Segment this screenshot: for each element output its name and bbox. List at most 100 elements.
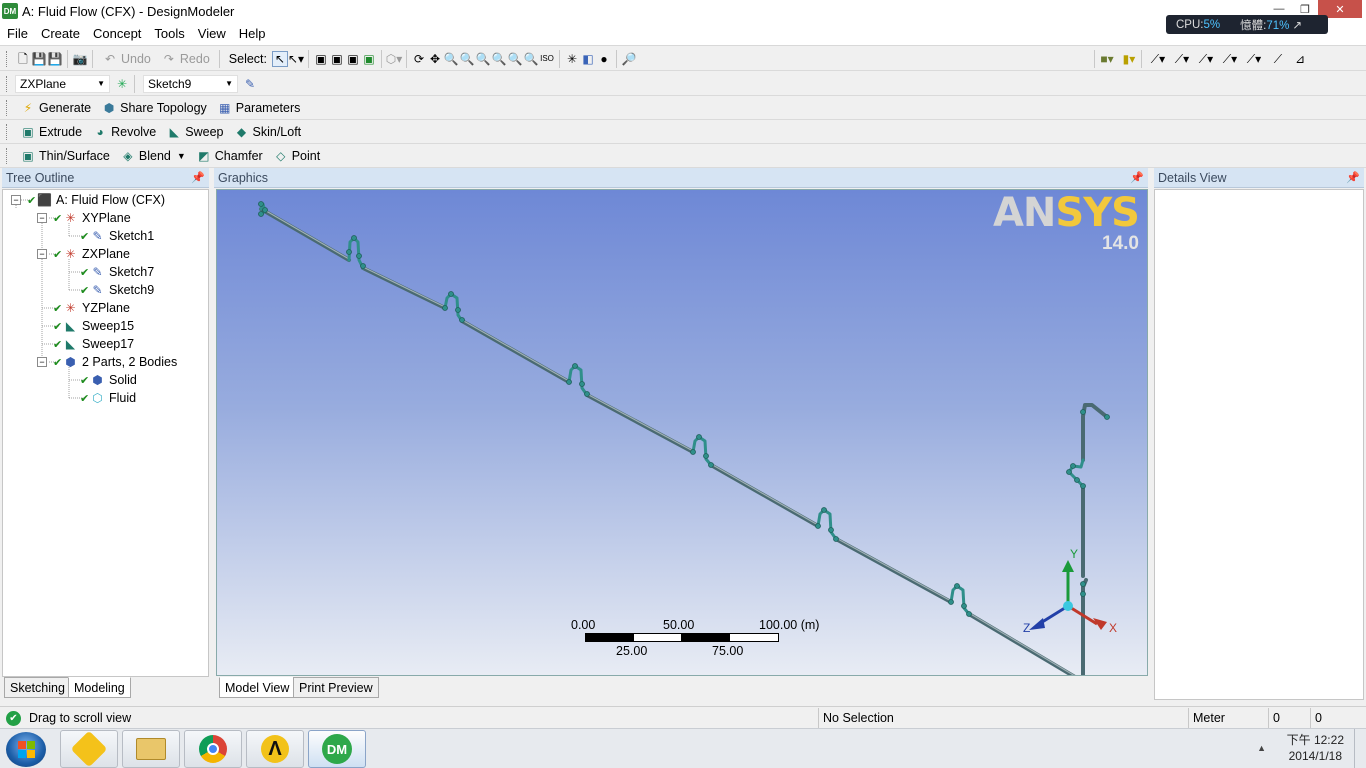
select-filter-dropdown-icon[interactable]: ↖▾ — [288, 51, 304, 67]
designmodeler-app-icon[interactable]: DM — [2, 3, 18, 19]
rotate-icon[interactable]: ⟳ — [411, 51, 427, 67]
select-faces-icon[interactable]: ▣ — [345, 51, 361, 67]
tab-modeling[interactable]: Modeling — [68, 677, 131, 698]
parameters-button[interactable]: ▦ Parameters — [212, 98, 306, 118]
pin-icon[interactable]: 📌 — [1346, 171, 1360, 184]
show-desktop-button[interactable] — [1354, 729, 1366, 768]
tree-node-root[interactable]: − ✔ ⬛ A: Fluid Flow (CFX) — [11, 191, 165, 209]
pin-icon[interactable]: 📌 — [1130, 171, 1144, 184]
revolve-button[interactable]: ◕ Revolve — [87, 122, 161, 142]
triad-axes-icon[interactable]: ✳ — [564, 51, 580, 67]
tab-sketching[interactable]: Sketching — [4, 677, 71, 698]
toolbar-grip[interactable] — [6, 123, 9, 140]
share-topology-button[interactable]: ⬢ Share Topology — [96, 98, 212, 118]
menu-concept[interactable]: Concept — [86, 26, 147, 41]
tree-node-parts[interactable]: − ✔ ⬢ 2 Parts, 2 Bodies — [37, 353, 177, 371]
thin-line-icon[interactable]: ⊿ — [1292, 51, 1308, 67]
undo-button[interactable]: ↶ Undo — [97, 49, 156, 69]
taskbar-explorer-icon[interactable] — [122, 730, 180, 768]
tree-node-sweep15[interactable]: ✔ ◣ Sweep15 — [53, 317, 134, 335]
edge-display-5-icon[interactable]: ⟋▾ — [1246, 51, 1262, 67]
edge-display-1-icon[interactable]: ⟋▾ — [1150, 51, 1166, 67]
menu-file[interactable]: File — [0, 26, 34, 41]
pan-icon[interactable]: ✥ — [427, 51, 443, 67]
new-plane-icon[interactable]: ✳ — [114, 76, 130, 92]
pipe-model[interactable] — [217, 190, 1148, 676]
tree-node-yzplane[interactable]: ✔ ✳ YZPlane — [53, 299, 130, 317]
status-units[interactable]: Meter — [1188, 708, 1268, 728]
taskbar-ansys-workbench-icon[interactable]: Λ — [246, 730, 304, 768]
sweep-button[interactable]: ◣ Sweep — [161, 122, 228, 142]
zoom-icon[interactable]: 🔍 — [443, 51, 459, 67]
tree-node-fluid[interactable]: ✔ ⬡ Fluid — [80, 389, 136, 407]
graphics-viewport[interactable]: ANSYS 14.0 0.00 50.00 100.00 (m) 25.00 7… — [216, 189, 1148, 676]
tree-node-sketch9[interactable]: ✔ ✎ Sketch9 — [80, 281, 154, 299]
display-points-icon[interactable]: ● — [596, 51, 612, 67]
tree-node-sketch7[interactable]: ✔ ✎ Sketch7 — [80, 263, 154, 281]
menu-tools[interactable]: Tools — [147, 26, 190, 41]
display-mode-icon[interactable]: ■▾ — [1099, 51, 1115, 67]
point-button[interactable]: ◇ Point — [268, 146, 326, 166]
thick-line-icon[interactable]: ⟋ — [1270, 51, 1286, 67]
tree-node-xyplane[interactable]: − ✔ ✳ XYPlane — [37, 209, 131, 227]
edge-display-4-icon[interactable]: ⟋▾ — [1222, 51, 1238, 67]
taskbar-designmodeler-icon[interactable]: DM — [308, 730, 366, 768]
zoom-to-fit-icon[interactable]: 🔍 — [475, 51, 491, 67]
tree-node-sweep17[interactable]: ✔ ◣ Sweep17 — [53, 335, 134, 353]
redo-button[interactable]: ↷ Redo — [156, 49, 215, 69]
select-bodies-icon[interactable]: ▣ — [361, 51, 377, 67]
tab-print-preview[interactable]: Print Preview — [293, 677, 379, 698]
skin-loft-button[interactable]: ◆ Skin/Loft — [229, 122, 307, 142]
tree-node-solid[interactable]: ✔ ⬢ Solid — [80, 371, 137, 389]
zoom-out-icon[interactable]: 🔍 — [523, 51, 539, 67]
axis-triad[interactable]: Y X Z — [1017, 548, 1127, 638]
new-sketch-icon[interactable]: ✎ — [242, 76, 258, 92]
select-points-icon[interactable]: ▣ — [313, 51, 329, 67]
look-at-icon[interactable]: 🔎 — [621, 51, 637, 67]
generate-button[interactable]: ⚡ Generate — [15, 98, 96, 118]
collapse-icon[interactable]: − — [37, 213, 47, 223]
taskbar-clock[interactable]: 下午 12:22 2014/1/18 — [1287, 732, 1344, 764]
taskbar-chrome-icon[interactable] — [184, 730, 242, 768]
tray-expand-icon[interactable]: ▲ — [1257, 743, 1266, 753]
save-icon[interactable]: 💾 — [31, 51, 47, 67]
save-as-icon[interactable]: 💾 — [47, 51, 63, 67]
edge-display-2-icon[interactable]: ⟋▾ — [1174, 51, 1190, 67]
box-zoom-icon[interactable]: 🔍 — [459, 51, 475, 67]
edge-display-3-icon[interactable]: ⟋▾ — [1198, 51, 1214, 67]
toolbar-grip[interactable] — [6, 99, 9, 116]
thin-surface-button[interactable]: ▣ Thin/Surface — [15, 146, 115, 166]
edge-coloring-icon[interactable]: ▮▾ — [1121, 51, 1137, 67]
tab-model-view[interactable]: Model View — [219, 677, 296, 698]
menu-help[interactable]: Help — [232, 26, 272, 41]
collapse-icon[interactable]: − — [11, 195, 21, 205]
menu-view[interactable]: View — [191, 26, 232, 41]
extend-selection-icon[interactable]: ⬡▾ — [386, 51, 403, 67]
screenshot-camera-icon[interactable]: 📷 — [72, 51, 88, 67]
display-model-icon[interactable]: ◧ — [580, 51, 596, 67]
start-button[interactable] — [6, 732, 46, 767]
toolbar-grip[interactable] — [6, 50, 9, 67]
tree-node-sketch1[interactable]: ✔ ✎ Sketch1 — [80, 227, 154, 245]
iso-view-icon[interactable]: ISO — [539, 51, 555, 67]
active-sketch-select[interactable]: Sketch9 ▼ — [143, 74, 238, 93]
taskbar-app-tool-icon[interactable] — [60, 730, 118, 768]
active-plane-select[interactable]: ZXPlane ▼ — [15, 74, 110, 93]
blend-button[interactable]: ◈ Blend ▼ — [115, 146, 191, 166]
tree-node-zxplane[interactable]: − ✔ ✳ ZXPlane — [37, 245, 130, 263]
extrude-button[interactable]: ▣ Extrude — [15, 122, 87, 142]
new-file-icon[interactable]: 🗋 — [15, 51, 31, 67]
expand-arrow-icon[interactable]: ↗ — [1293, 20, 1303, 32]
collapse-icon[interactable]: − — [37, 357, 47, 367]
toolbar-grip[interactable] — [6, 75, 9, 92]
chamfer-button[interactable]: ◩ Chamfer — [191, 146, 268, 166]
select-mode-icon[interactable]: ↖ — [272, 50, 288, 67]
magnifier-icon[interactable]: 🔍 — [491, 51, 507, 67]
pin-icon[interactable]: 📌 — [191, 171, 205, 184]
select-edges-icon[interactable]: ▣ — [329, 51, 345, 67]
toolbar-grip[interactable] — [6, 147, 9, 164]
menu-create[interactable]: Create — [34, 26, 86, 41]
cpu-memory-widget[interactable]: CPU:5% 憶體:71% ↗ — [1166, 15, 1328, 34]
collapse-icon[interactable]: − — [37, 249, 47, 259]
zoom-in-icon[interactable]: 🔍 — [507, 51, 523, 67]
